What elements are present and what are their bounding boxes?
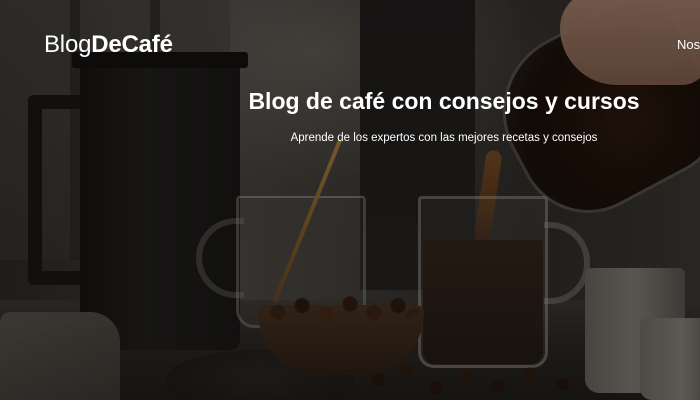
hero-title: Blog de café con consejos y cursos [248,88,640,114]
nav-item-nosotros[interactable]: Nos [677,37,700,52]
dark-overlay [0,0,700,400]
hero-section: BlogDeCafé Nos Blog de café con consejos… [0,0,700,400]
logo-text-bold: DeCafé [91,31,173,58]
logo-text-light: Blog [44,31,92,58]
hero-subtitle: Aprende de los expertos con las mejores … [290,132,598,144]
site-logo[interactable]: BlogDeCafé [44,31,173,59]
